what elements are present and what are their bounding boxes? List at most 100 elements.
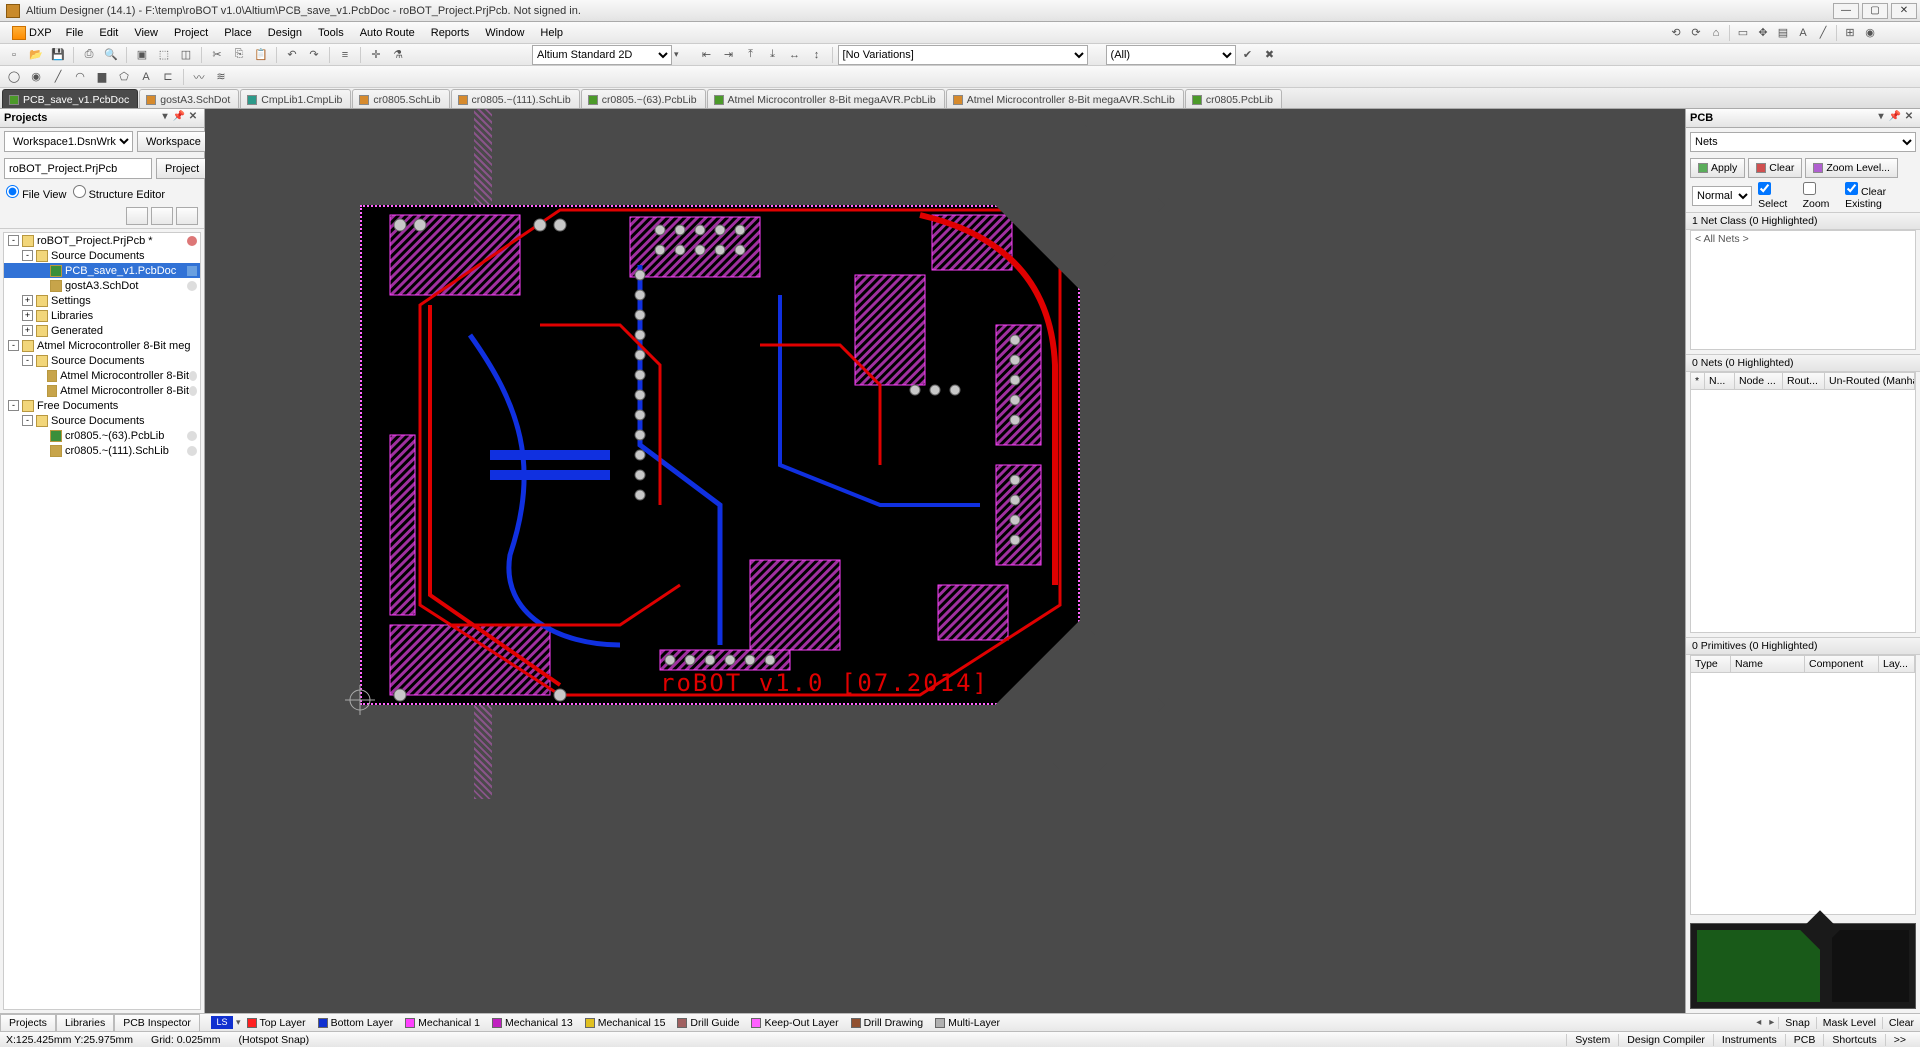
project-tree[interactable]: -roBOT_Project.PrjPcb *-Source Documents… — [3, 232, 201, 1010]
tree-row[interactable]: -roBOT_Project.PrjPcb * — [4, 233, 200, 248]
preview-icon[interactable]: 🔍 — [101, 46, 121, 64]
doc-tab[interactable]: cr0805.~(111).SchLib — [451, 89, 580, 108]
nav-back-button[interactable]: ⟲ — [1666, 24, 1686, 42]
menu-reports[interactable]: Reports — [423, 25, 478, 41]
move-tool-icon[interactable]: ✥ — [1753, 24, 1773, 42]
doc-tab[interactable]: Atmel Microcontroller 8-Bit megaAVR.PcbL… — [707, 89, 945, 108]
aux-tab[interactable]: Libraries — [56, 1014, 114, 1032]
cut-icon[interactable]: ✂ — [207, 46, 227, 64]
col-routed[interactable]: Rout... — [1783, 373, 1825, 389]
doc-tab[interactable]: cr0805.SchLib — [352, 89, 449, 108]
menu-file[interactable]: File — [58, 25, 92, 41]
tree-row[interactable]: -Source Documents — [4, 248, 200, 263]
tree-row[interactable]: Atmel Microcontroller 8-Bit — [4, 368, 200, 383]
line-tool-icon[interactable]: ╱ — [1813, 24, 1833, 42]
distribute-h-icon[interactable]: ↔ — [785, 46, 805, 64]
variations-select[interactable]: [No Variations] — [838, 45, 1088, 65]
expand-icon[interactable]: + — [22, 325, 33, 336]
dxp-menu[interactable]: DXP — [6, 26, 58, 40]
place-tool-icon[interactable]: ▤ — [1773, 24, 1793, 42]
tree-row[interactable]: gostA3.SchDot — [4, 278, 200, 293]
layer-tab[interactable]: Bottom Layer — [312, 1017, 399, 1029]
highlight-mode-select[interactable]: Normal — [1692, 186, 1752, 206]
clear-button[interactable]: Clear — [1748, 158, 1802, 178]
pcol-component[interactable]: Component — [1805, 656, 1879, 672]
comp-icon[interactable]: ⊏ — [158, 68, 178, 86]
expand-icon[interactable]: - — [8, 340, 19, 351]
pcol-type[interactable]: Type — [1691, 656, 1731, 672]
layer-tab[interactable]: Keep-Out Layer — [745, 1017, 844, 1029]
arc-icon[interactable]: ◠ — [70, 68, 90, 86]
layer-tab[interactable]: Drill Drawing — [845, 1017, 930, 1029]
zoom-area-icon[interactable]: ⬚ — [154, 46, 174, 64]
col-name[interactable]: N... — [1705, 373, 1735, 389]
tree-row[interactable]: +Libraries — [4, 308, 200, 323]
tree-row[interactable]: +Generated — [4, 323, 200, 338]
via-tool-icon[interactable]: ◉ — [1860, 24, 1880, 42]
layer-tab[interactable]: Top Layer — [241, 1017, 312, 1029]
layer-tab[interactable]: Drill Guide — [671, 1017, 745, 1029]
pcb-panel-close-icon[interactable]: ✕ — [1902, 111, 1916, 125]
expand-icon[interactable]: - — [8, 400, 19, 411]
menu-view[interactable]: View — [126, 25, 166, 41]
workspace-button[interactable]: Workspace — [137, 131, 210, 152]
col-node[interactable]: Node ... — [1735, 373, 1783, 389]
tree-row[interactable]: cr0805.~(111).SchLib — [4, 443, 200, 458]
pcb-canvas[interactable]: roBOT_v1.0 [07.2014] — [205, 109, 1685, 1013]
board-minimap[interactable] — [1690, 923, 1916, 1009]
menu-place[interactable]: Place — [216, 25, 260, 41]
distribute-v-icon[interactable]: ↕ — [807, 46, 827, 64]
filter-icon[interactable]: ⚗ — [388, 46, 408, 64]
doc-tab[interactable]: cr0805.~(63).PcbLib — [581, 89, 706, 108]
layer-tab[interactable]: Mechanical 15 — [579, 1017, 672, 1029]
zoom-fit-icon[interactable]: ▣ — [132, 46, 152, 64]
col-unrouted[interactable]: Un-Routed (Manhatta... — [1825, 373, 1915, 389]
select-tool-icon[interactable]: ▭ — [1733, 24, 1753, 42]
status-tab[interactable]: Instruments — [1713, 1034, 1785, 1046]
pcb-mode-select[interactable]: Nets — [1690, 132, 1916, 152]
save-icon[interactable]: 💾 — [48, 46, 68, 64]
zoom-level-button[interactable]: Zoom Level... — [1805, 158, 1898, 178]
doc-tab[interactable]: PCB_save_v1.PcbDoc — [2, 89, 138, 108]
via2-icon[interactable]: ◉ — [26, 68, 46, 86]
nets-grid[interactable]: * N... Node ... Rout... Un-Routed (Manha… — [1690, 372, 1916, 633]
status-tab[interactable]: System — [1566, 1034, 1618, 1046]
net-class-list[interactable]: < All Nets > — [1690, 230, 1916, 350]
pcol-name[interactable]: Name — [1731, 656, 1805, 672]
file-view-radio[interactable]: File View — [6, 185, 67, 201]
tree-row[interactable]: Atmel Microcontroller 8-Bit — [4, 383, 200, 398]
align-top-icon[interactable]: ⤒ — [741, 46, 761, 64]
copy-icon[interactable]: ⎘ — [229, 46, 249, 64]
new-icon[interactable]: ▫ — [4, 46, 24, 64]
layer-tab[interactable]: Mechanical 13 — [486, 1017, 579, 1029]
undo-icon[interactable]: ↶ — [282, 46, 302, 64]
menu-design[interactable]: Design — [260, 25, 310, 41]
menu-tools[interactable]: Tools — [310, 25, 352, 41]
menu-help[interactable]: Help — [532, 25, 571, 41]
align-left-icon[interactable]: ⇤ — [697, 46, 717, 64]
tree-btn2-icon[interactable] — [151, 207, 173, 225]
mask-level-button[interactable]: Mask Level — [1816, 1017, 1882, 1029]
status-tab[interactable]: PCB — [1785, 1034, 1824, 1046]
diffpair-icon[interactable]: ≋ — [211, 68, 231, 86]
align-bottom-icon[interactable]: ⤓ — [763, 46, 783, 64]
panel-pin-icon[interactable]: 📌 — [172, 111, 186, 125]
tree-row[interactable]: +Settings — [4, 293, 200, 308]
apply-filter-icon[interactable]: ✔ — [1238, 46, 1258, 64]
apply-button[interactable]: Apply — [1690, 158, 1745, 178]
layer-scroll-right-icon[interactable]: ▸ — [1765, 1017, 1778, 1028]
clear-mask-button[interactable]: Clear — [1882, 1017, 1920, 1029]
pcb-panel-dropdown-icon[interactable]: ▾ — [1874, 111, 1888, 125]
col-star[interactable]: * — [1691, 373, 1705, 389]
clear-existing-checkbox[interactable]: Clear Existing — [1845, 182, 1914, 210]
doc-tab[interactable]: cr0805.PcbLib — [1185, 89, 1282, 108]
maximize-button[interactable]: ▢ — [1862, 3, 1888, 19]
pcb-panel-pin-icon[interactable]: 📌 — [1888, 111, 1902, 125]
open-icon[interactable]: 📂 — [26, 46, 46, 64]
tree-row[interactable]: -Free Documents — [4, 398, 200, 413]
layer-scroll-left-icon[interactable]: ◂ — [1752, 1017, 1765, 1028]
tree-row[interactable]: cr0805.~(63).PcbLib — [4, 428, 200, 443]
text-tool-icon[interactable]: A — [1793, 24, 1813, 42]
aux-tab[interactable]: PCB Inspector — [114, 1014, 200, 1032]
projects-panel-header[interactable]: Projects ▾ 📌 ✕ — [0, 109, 204, 128]
